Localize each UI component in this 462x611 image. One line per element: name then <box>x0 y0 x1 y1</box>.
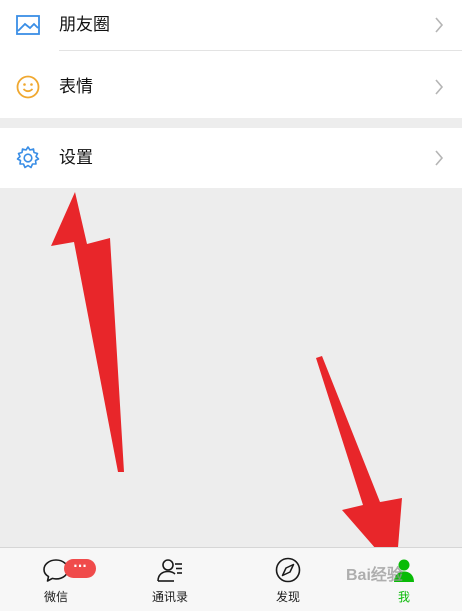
tab-contacts[interactable]: 通讯录 <box>130 548 210 611</box>
tab-chats[interactable]: 微信 <box>16 548 96 611</box>
contacts-icon <box>157 559 182 582</box>
chevron-right-icon <box>435 17 444 33</box>
unread-badge: ··· <box>64 559 96 578</box>
menu-item-settings[interactable]: 设置 <box>0 128 462 188</box>
chevron-right-icon <box>435 150 444 166</box>
tab-contacts-label: 通讯录 <box>151 590 188 604</box>
smiley-icon <box>16 75 40 99</box>
menu-divider <box>59 50 462 51</box>
menu-group-top: 朋友圈 表情 <box>0 0 462 118</box>
arrow-to-me-tab <box>316 356 402 572</box>
picture-icon <box>16 15 40 35</box>
menu-group-settings: 设置 <box>0 128 462 188</box>
menu-item-moments-label: 朋友圈 <box>59 15 110 35</box>
tab-me-label: 我 <box>397 590 410 604</box>
menu-item-settings-label: 设置 <box>59 148 93 168</box>
menu-item-moments[interactable]: 朋友圈 <box>0 0 462 55</box>
menu-item-stickers[interactable]: 表情 <box>0 57 462 117</box>
tab-discover[interactable]: 发现 <box>248 548 328 611</box>
arrow-to-settings <box>51 192 124 472</box>
gear-icon <box>16 146 40 169</box>
watermark-logo: Bai经验 <box>346 567 403 584</box>
tab-chats-label: 微信 <box>43 590 68 604</box>
tab-discover-label: 发现 <box>275 590 300 604</box>
menu-item-stickers-label: 表情 <box>59 77 93 97</box>
compass-icon <box>275 557 301 583</box>
chevron-right-icon <box>435 79 444 95</box>
